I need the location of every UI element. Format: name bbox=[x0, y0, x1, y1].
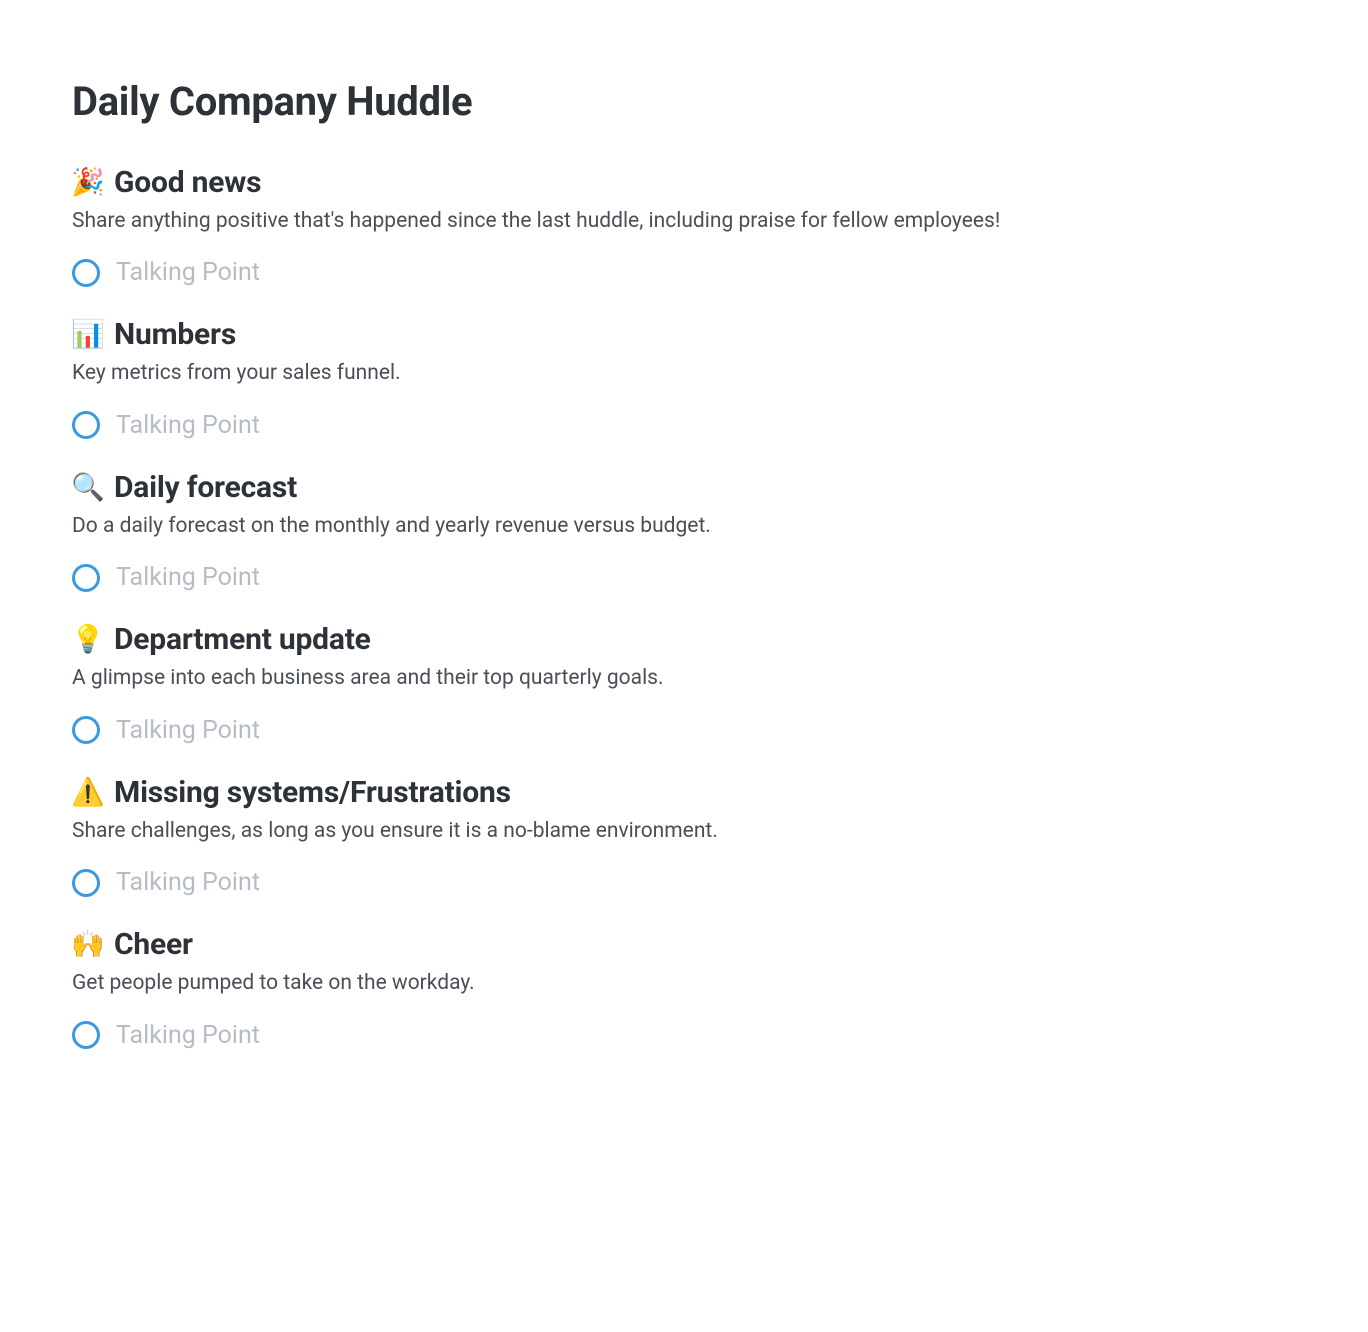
talking-point-row[interactable]: Talking Point bbox=[72, 716, 1296, 745]
section-desc: A glimpse into each business area and th… bbox=[72, 663, 1296, 693]
section-heading: ⚠️ Missing systems/Frustrations bbox=[72, 775, 1296, 810]
bar-chart-icon: 📊 bbox=[72, 321, 104, 348]
section-cheer: 🙌 Cheer Get people pumped to take on the… bbox=[72, 927, 1296, 1049]
talking-point-row[interactable]: Talking Point bbox=[72, 258, 1296, 287]
checkbox-circle-icon[interactable] bbox=[72, 716, 100, 744]
talking-point-row[interactable]: Talking Point bbox=[72, 1021, 1296, 1050]
section-title: Department update bbox=[114, 622, 371, 657]
magnifying-glass-icon: 🔍 bbox=[72, 474, 104, 501]
section-desc: Key metrics from your sales funnel. bbox=[72, 358, 1296, 388]
page-container: Daily Company Huddle 🎉 Good news Share a… bbox=[0, 0, 1368, 1140]
section-heading: 📊 Numbers bbox=[72, 317, 1296, 352]
section-missing-systems: ⚠️ Missing systems/Frustrations Share ch… bbox=[72, 775, 1296, 897]
party-popper-icon: 🎉 bbox=[72, 169, 104, 196]
talking-point-placeholder: Talking Point bbox=[116, 1021, 260, 1050]
section-title: Good news bbox=[114, 165, 261, 200]
section-heading: 🎉 Good news bbox=[72, 165, 1296, 200]
section-title: Cheer bbox=[114, 927, 193, 962]
talking-point-placeholder: Talking Point bbox=[116, 868, 260, 897]
section-good-news: 🎉 Good news Share anything positive that… bbox=[72, 165, 1296, 287]
talking-point-placeholder: Talking Point bbox=[116, 411, 260, 440]
checkbox-circle-icon[interactable] bbox=[72, 1021, 100, 1049]
checkbox-circle-icon[interactable] bbox=[72, 259, 100, 287]
section-numbers: 📊 Numbers Key metrics from your sales fu… bbox=[72, 317, 1296, 439]
section-heading: 🔍 Daily forecast bbox=[72, 470, 1296, 505]
checkbox-circle-icon[interactable] bbox=[72, 564, 100, 592]
light-bulb-icon: 💡 bbox=[72, 626, 104, 653]
section-title: Daily forecast bbox=[114, 470, 297, 505]
talking-point-placeholder: Talking Point bbox=[116, 716, 260, 745]
talking-point-row[interactable]: Talking Point bbox=[72, 563, 1296, 592]
section-department-update: 💡 Department update A glimpse into each … bbox=[72, 622, 1296, 744]
section-desc: Share anything positive that's happened … bbox=[72, 206, 1296, 236]
section-desc: Get people pumped to take on the workday… bbox=[72, 968, 1296, 998]
talking-point-row[interactable]: Talking Point bbox=[72, 868, 1296, 897]
raised-hands-icon: 🙌 bbox=[72, 931, 104, 958]
section-desc: Share challenges, as long as you ensure … bbox=[72, 816, 1296, 846]
talking-point-placeholder: Talking Point bbox=[116, 563, 260, 592]
checkbox-circle-icon[interactable] bbox=[72, 411, 100, 439]
warning-icon: ⚠️ bbox=[72, 779, 104, 806]
checkbox-circle-icon[interactable] bbox=[72, 869, 100, 897]
section-desc: Do a daily forecast on the monthly and y… bbox=[72, 511, 1296, 541]
section-heading: 🙌 Cheer bbox=[72, 927, 1296, 962]
talking-point-row[interactable]: Talking Point bbox=[72, 411, 1296, 440]
section-title: Numbers bbox=[114, 317, 236, 352]
talking-point-placeholder: Talking Point bbox=[116, 258, 260, 287]
section-daily-forecast: 🔍 Daily forecast Do a daily forecast on … bbox=[72, 470, 1296, 592]
page-title: Daily Company Huddle bbox=[72, 78, 1296, 125]
section-heading: 💡 Department update bbox=[72, 622, 1296, 657]
section-title: Missing systems/Frustrations bbox=[114, 775, 511, 810]
